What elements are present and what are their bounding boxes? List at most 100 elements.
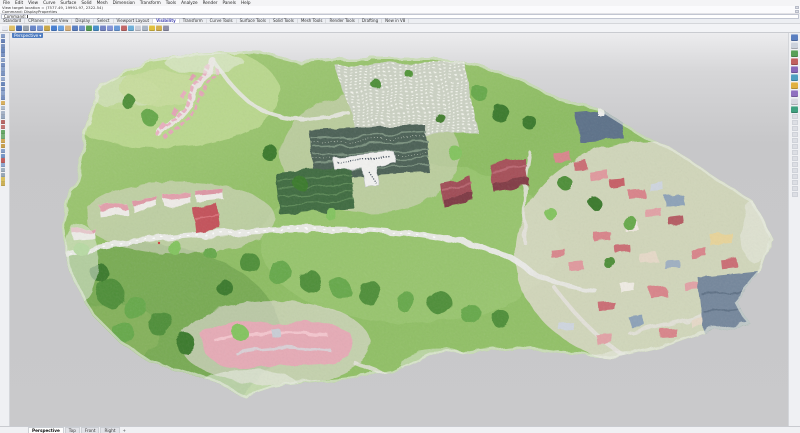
new-file-icon[interactable] — [2, 25, 8, 31]
boolean-difference-icon[interactable] — [1, 125, 5, 129]
layers-icon[interactable] — [135, 25, 141, 31]
viewport-title-tab[interactable]: Perspective ▾ — [12, 33, 43, 38]
pipe-icon[interactable] — [1, 115, 5, 119]
scroll-up-button[interactable] — [795, 6, 799, 9]
osnap-vertex-icon[interactable] — [792, 174, 798, 179]
print-icon[interactable] — [23, 25, 29, 31]
extend-icon[interactable] — [1, 149, 5, 153]
revolve-icon[interactable] — [1, 91, 5, 95]
fillet-icon[interactable] — [1, 130, 5, 134]
toolbar-tab-viewport-layout[interactable]: Viewport Layout — [114, 19, 154, 23]
3d-model-mesh[interactable] — [10, 33, 788, 426]
toolbar-tab-mesh-tools[interactable]: Mesh Tools — [298, 19, 327, 23]
osnap-knot-icon[interactable] — [792, 168, 798, 173]
sun-panel-icon[interactable] — [791, 82, 798, 89]
perspective-viewport[interactable]: Perspective ▾ — [10, 33, 788, 426]
polyline-icon[interactable] — [1, 44, 5, 48]
curve-interpolated-icon[interactable] — [1, 48, 5, 52]
offset-curve-icon[interactable] — [1, 77, 5, 81]
zoom-dynamic-icon[interactable] — [72, 25, 78, 31]
object-properties-icon[interactable] — [142, 25, 148, 31]
planar-toggle-icon[interactable] — [792, 186, 798, 191]
toolbar-tab-render-tools[interactable]: Render Tools — [326, 19, 358, 23]
web-panel-icon[interactable] — [791, 106, 798, 113]
scroll-down-button[interactable] — [795, 10, 799, 13]
polygon-icon[interactable] — [1, 67, 5, 71]
rotate-view-icon[interactable] — [93, 25, 99, 31]
cylinder-icon[interactable] — [1, 111, 5, 115]
arc-icon[interactable] — [1, 58, 5, 62]
osnap-quadrant-icon[interactable] — [792, 162, 798, 167]
sweep-icon[interactable] — [1, 96, 5, 100]
osnap-near-icon[interactable] — [792, 120, 798, 125]
rectangle-icon[interactable] — [1, 63, 5, 67]
project-toggle-icon[interactable] — [792, 180, 798, 185]
circle-icon[interactable] — [1, 53, 5, 57]
boolean-union-icon[interactable] — [1, 120, 5, 124]
osnap-center-icon[interactable] — [792, 138, 798, 143]
scale-icon[interactable] — [121, 25, 127, 31]
command-history-scrollbar[interactable] — [795, 6, 799, 13]
zoom-window-icon[interactable] — [79, 25, 85, 31]
array-icon[interactable] — [1, 163, 5, 167]
hide-icon[interactable] — [1, 177, 5, 181]
osnap-mid-icon[interactable] — [792, 132, 798, 137]
display-panel-icon[interactable] — [791, 50, 798, 57]
chamfer-icon[interactable] — [1, 134, 5, 138]
edit-point-icon[interactable] — [1, 34, 5, 38]
environment-panel-icon[interactable] — [791, 74, 798, 81]
copy-object-icon[interactable] — [107, 25, 113, 31]
gumball-toggle-icon[interactable] — [792, 192, 798, 197]
loft-icon[interactable] — [1, 82, 5, 86]
pan-icon[interactable] — [65, 25, 71, 31]
copy-icon[interactable] — [37, 25, 43, 31]
rendering-panel-icon[interactable] — [791, 66, 798, 73]
zoom-extents-icon[interactable] — [86, 25, 92, 31]
toolbar-tab-visibility[interactable]: Visibility — [153, 19, 180, 23]
osnap-end-icon[interactable] — [792, 114, 798, 119]
paste-icon[interactable] — [44, 25, 50, 31]
toolbar-tab-display[interactable]: Display — [72, 19, 94, 23]
ellipse-icon[interactable] — [1, 72, 5, 76]
block-icon[interactable] — [1, 173, 5, 177]
osnap-tangent-icon[interactable] — [792, 156, 798, 161]
cut-icon[interactable] — [30, 25, 36, 31]
new-viewport-tab-button[interactable]: + — [121, 428, 129, 433]
single-point-icon[interactable] — [1, 39, 5, 43]
viewport-tab-top[interactable]: Top — [65, 427, 80, 433]
viewport-tab-front[interactable]: Front — [81, 427, 100, 433]
join-icon[interactable] — [1, 154, 5, 158]
sphere-icon[interactable] — [1, 106, 5, 110]
explode-icon[interactable] — [1, 158, 5, 162]
redo-icon[interactable] — [58, 25, 64, 31]
move-icon[interactable] — [100, 25, 106, 31]
trim-icon[interactable] — [1, 139, 5, 143]
split-icon[interactable] — [1, 144, 5, 148]
viewport-tab-right[interactable]: Right — [100, 427, 119, 433]
object-properties-panel-icon[interactable] — [791, 34, 798, 41]
toolbar-tab-drafting[interactable]: Drafting — [359, 19, 382, 23]
extrude-icon[interactable] — [1, 87, 5, 91]
toolbar-tab-curve-tools[interactable]: Curve Tools — [207, 19, 237, 23]
osnap-perpendicular-icon[interactable] — [792, 150, 798, 155]
libraries-panel-icon[interactable] — [791, 90, 798, 97]
hide-object-icon[interactable] — [149, 25, 155, 31]
layers-panel-icon[interactable] — [791, 42, 798, 49]
toolbar-tab-solid-tools[interactable]: Solid Tools — [270, 19, 298, 23]
lock-icon[interactable] — [1, 182, 5, 186]
open-file-icon[interactable] — [9, 25, 15, 31]
toolbar-tab-select[interactable]: Select — [94, 19, 113, 23]
mirror-icon[interactable] — [128, 25, 134, 31]
lock-object-icon[interactable] — [156, 25, 162, 31]
box-icon[interactable] — [1, 101, 5, 105]
undo-icon[interactable] — [51, 25, 57, 31]
toolbar-tab-set-view[interactable]: Set View — [48, 19, 72, 23]
notes-panel-icon[interactable] — [791, 98, 798, 105]
toolbar-tab-transform[interactable]: Transform — [180, 19, 207, 23]
materials-panel-icon[interactable] — [791, 58, 798, 65]
rotate-icon[interactable] — [114, 25, 120, 31]
osnap-intersection-icon[interactable] — [792, 144, 798, 149]
viewport-tab-perspective[interactable]: Perspective — [28, 427, 64, 433]
toolbar-tab-new-in-v8[interactable]: New in V8 — [382, 19, 409, 23]
osnap-point-icon[interactable] — [792, 126, 798, 131]
